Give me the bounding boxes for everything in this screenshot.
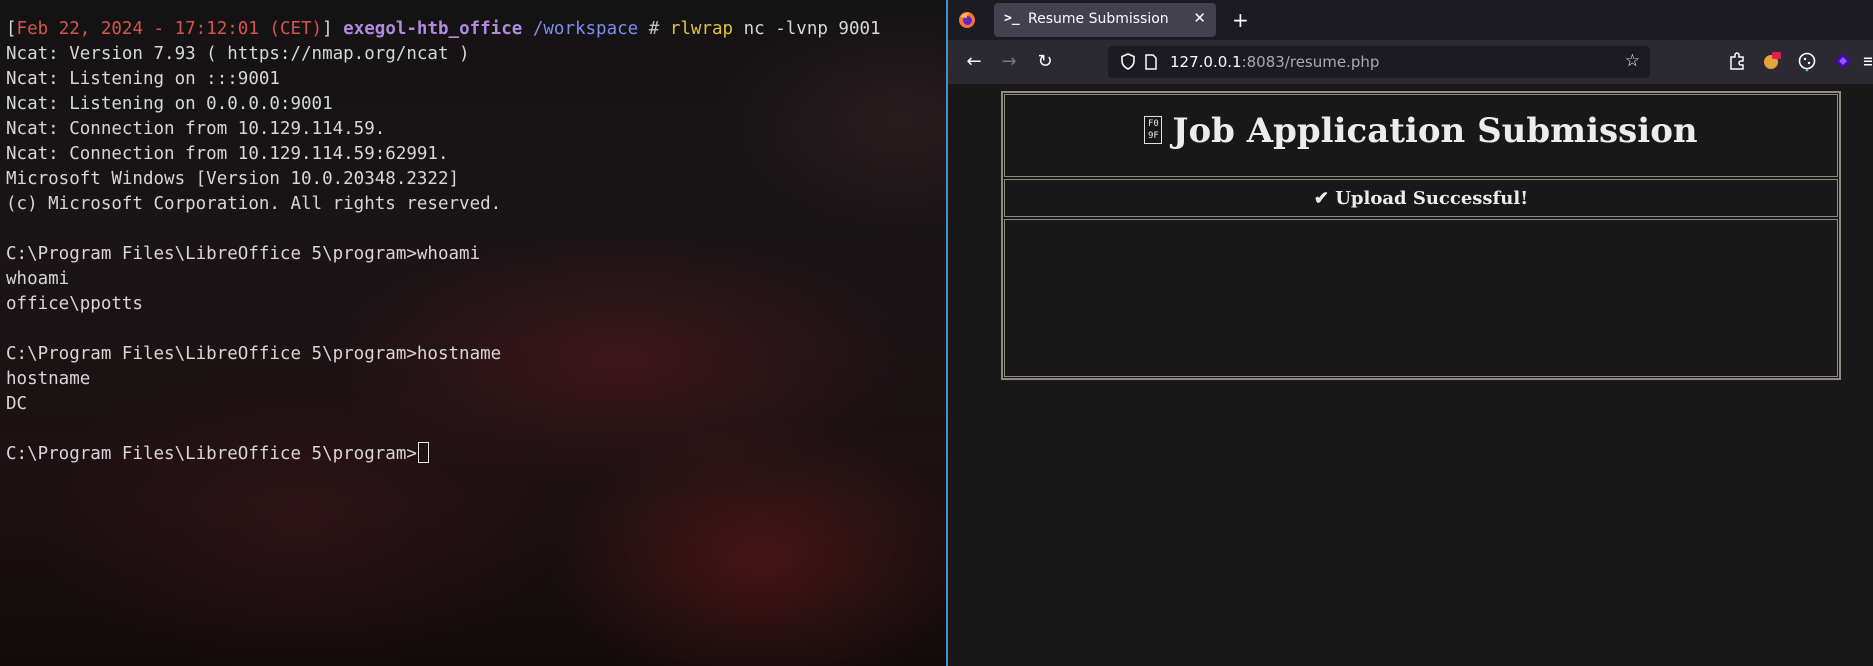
forward-icon[interactable]: → [998, 51, 1020, 73]
close-icon[interactable]: ✕ [1193, 9, 1206, 27]
terminal-line: C:\Program Files\LibreOffice 5\program>h… [6, 344, 502, 364]
terminal-icon: >_ [1004, 11, 1020, 26]
shield-icon[interactable] [1120, 53, 1136, 70]
status-section: ✔ Upload Successful! [1004, 179, 1838, 217]
missing-glyph-icon: F0 9F [1144, 116, 1163, 144]
terminal-window[interactable]: [Feb 22, 2024 - 17:12:01 (CET)] exegol-h… [0, 0, 946, 666]
cookie-icon[interactable] [1796, 50, 1818, 72]
url-host: 127.0.0.1 [1170, 53, 1242, 71]
prompt-symbol: # [648, 19, 660, 39]
foxyproxy-icon[interactable] [1760, 50, 1782, 72]
url-path: :8083/resume.php [1241, 53, 1380, 71]
prompt-path: /workspace [532, 19, 639, 39]
command-args: nc -lvnp 9001 [733, 19, 881, 39]
page-title-text: Job Application Submission [1172, 111, 1698, 151]
terminal-line: hostname [6, 369, 91, 389]
terminal-line: Ncat: Listening on :::9001 [6, 69, 280, 89]
page-title: F0 9F Job Application Submission [1005, 111, 1837, 151]
terminal-line: DC [6, 394, 28, 414]
prompt-timestamp: Feb 22, 2024 - 17:12:01 (CET) [16, 19, 323, 39]
wappalyzer-icon[interactable] [1832, 50, 1854, 72]
terminal-line: Ncat: Version 7.93 ( https://nmap.org/nc… [6, 44, 470, 64]
terminal-input-line[interactable]: C:\Program Files\LibreOffice 5\program> [6, 442, 881, 467]
tab-resume-submission[interactable]: >_ Resume Submission ✕ [994, 3, 1216, 37]
page-frame: F0 9F Job Application Submission ✔ Upload … [1001, 91, 1841, 380]
title-section: F0 9F Job Application Submission [1004, 94, 1838, 177]
browser-window: >_ Resume Submission ✕ + ← → ↻ 127.0.0.1… [948, 0, 1873, 666]
empty-panel [1004, 219, 1838, 377]
terminal-line: (c) Microsoft Corporation. All rights re… [6, 194, 502, 214]
url-text[interactable]: 127.0.0.1:8083/resume.php [1170, 53, 1379, 71]
firefox-icon[interactable] [958, 11, 976, 29]
page-content: F0 9F Job Application Submission ✔ Upload … [948, 84, 1873, 666]
tab-title: Resume Submission [1028, 11, 1169, 27]
reload-icon[interactable]: ↻ [1034, 51, 1056, 73]
menu-icon[interactable]: ≡ [1862, 51, 1872, 73]
terminal-line: whoami [6, 269, 70, 289]
new-tab-icon[interactable]: + [1232, 8, 1249, 32]
terminal-prompt-line: [Feb 22, 2024 - 17:12:01 (CET)] exegol-h… [6, 19, 881, 39]
terminal-line: Microsoft Windows [Version 10.0.20348.23… [6, 169, 460, 189]
terminal-line: C:\Program Files\LibreOffice 5\program>w… [6, 244, 481, 264]
navigation-bar: ← → ↻ 127.0.0.1:8083/resume.php ☆ ≡ [948, 40, 1873, 84]
extension-icon[interactable] [1726, 50, 1748, 72]
url-bar[interactable]: 127.0.0.1:8083/resume.php ☆ [1108, 46, 1650, 78]
page-icon[interactable] [1144, 54, 1158, 70]
terminal-line: office\ppotts [6, 294, 143, 314]
terminal-line: Ncat: Connection from 10.129.114.59. [6, 119, 386, 139]
text-cursor [417, 442, 429, 463]
back-icon[interactable]: ← [963, 51, 985, 73]
tab-bar: >_ Resume Submission ✕ + [948, 0, 1873, 40]
prompt-hostname: exegol-htb_office [343, 19, 523, 39]
terminal-output: [Feb 22, 2024 - 17:12:01 (CET)] exegol-h… [6, 17, 881, 467]
terminal-line: Ncat: Connection from 10.129.114.59:6299… [6, 144, 449, 164]
command-program: rlwrap [669, 19, 734, 39]
bookmark-star-icon[interactable]: ☆ [1625, 51, 1640, 71]
terminal-line: Ncat: Listening on 0.0.0.0:9001 [6, 94, 333, 114]
current-prompt: C:\Program Files\LibreOffice 5\program> [6, 444, 417, 464]
upload-status-message: ✔ Upload Successful! [1313, 188, 1529, 209]
